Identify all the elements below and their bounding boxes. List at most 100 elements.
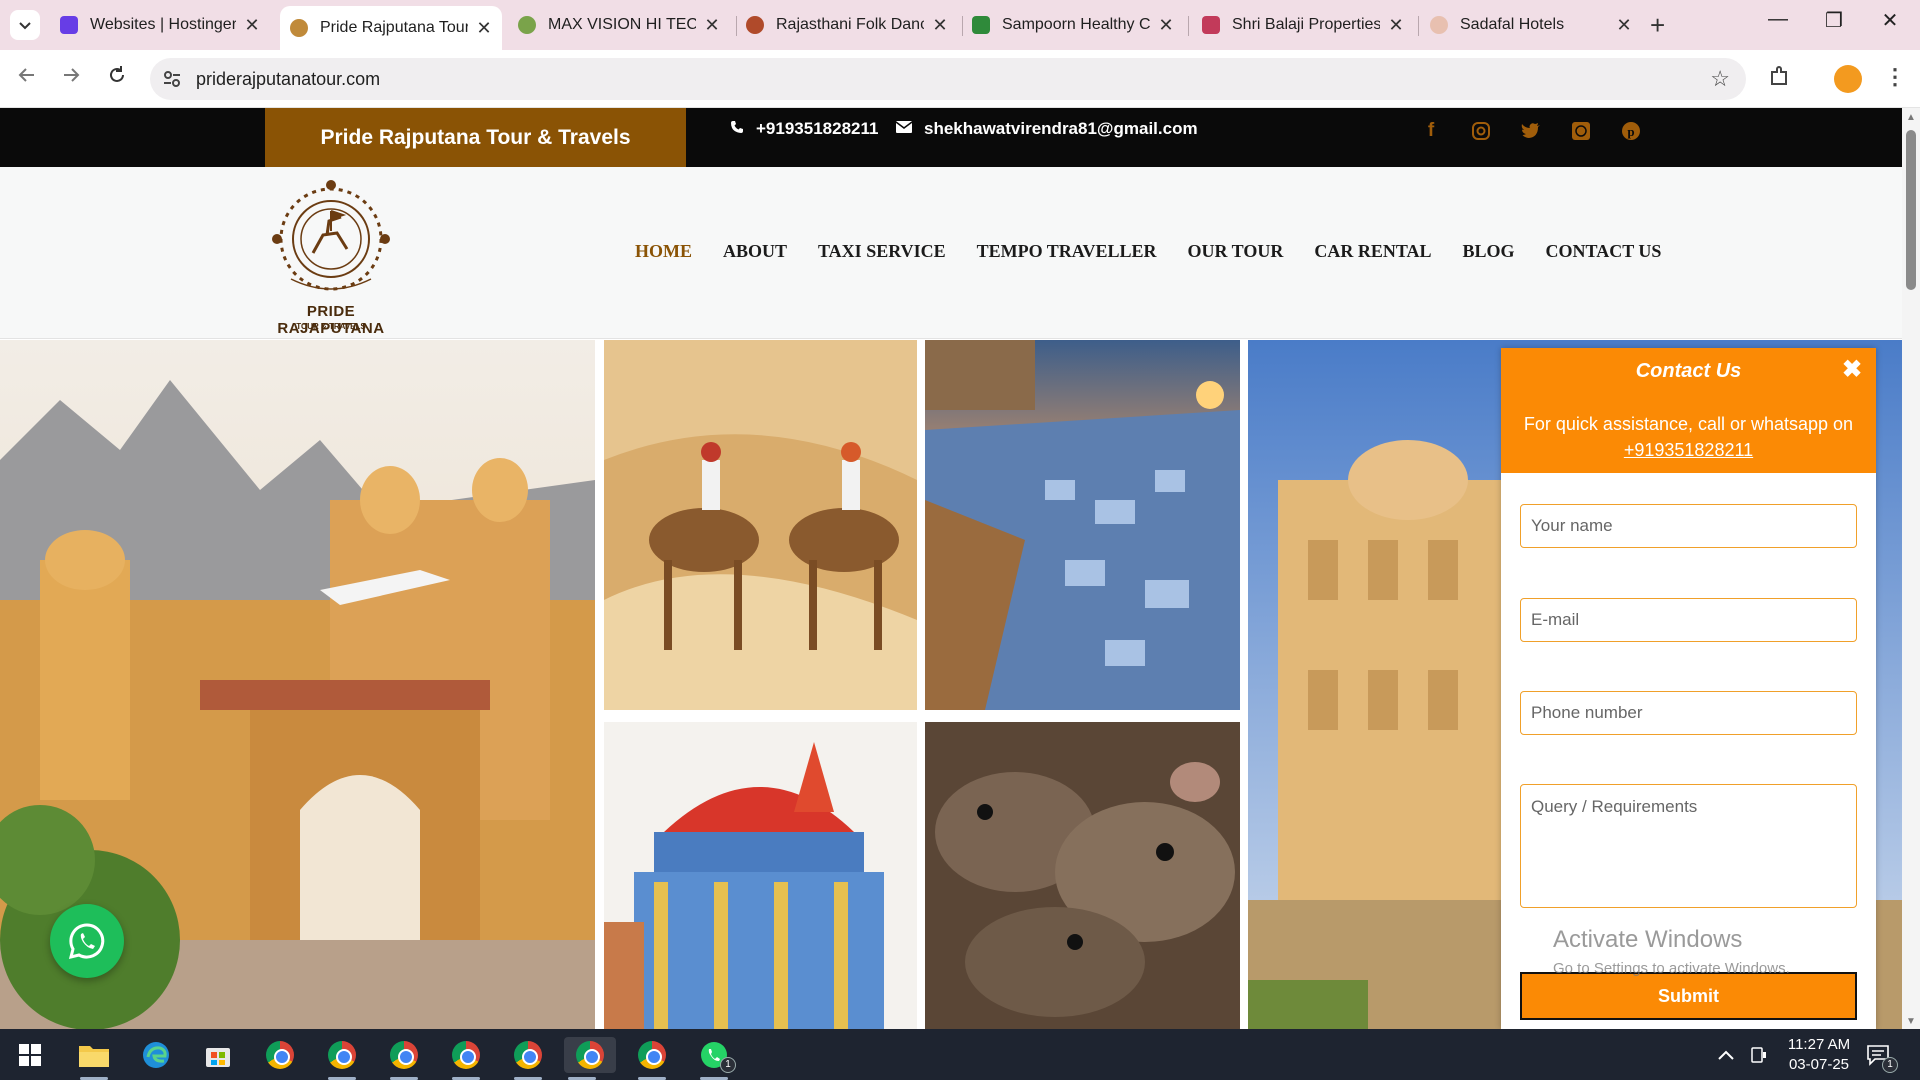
- close-tab-icon[interactable]: ✕: [244, 15, 260, 36]
- hero-image-temple: [604, 722, 917, 1029]
- bookmark-star-icon[interactable]: ☆: [1710, 66, 1730, 92]
- nav-taxi-service[interactable]: TAXI SERVICE: [818, 241, 946, 262]
- forward-button[interactable]: [56, 64, 86, 94]
- nav-about[interactable]: ABOUT: [723, 241, 787, 262]
- whatsapp-float-button[interactable]: [50, 904, 124, 978]
- scroll-up-icon[interactable]: ▲: [1906, 112, 1916, 123]
- email-address: shekhawatvirendra81@gmail.com: [924, 119, 1198, 138]
- name-input[interactable]: [1520, 504, 1857, 548]
- tab-hostinger[interactable]: Websites | Hostinger ✕: [50, 7, 270, 43]
- facebook-icon[interactable]: f: [1418, 118, 1444, 144]
- max-vision-favicon-icon: [518, 16, 536, 34]
- email-contact[interactable]: shekhawatvirendra81@gmail.com: [895, 119, 1198, 139]
- submit-button[interactable]: Submit: [1520, 972, 1857, 1020]
- hostinger-favicon-icon: [60, 16, 78, 34]
- url-input[interactable]: [196, 64, 1646, 94]
- chrome-active-window-icon[interactable]: [564, 1037, 616, 1080]
- close-tab-icon[interactable]: ✕: [1158, 15, 1174, 36]
- back-arrow-icon: [18, 68, 34, 82]
- new-tab-button[interactable]: +: [1650, 10, 1665, 40]
- sampoorn-favicon-icon: [972, 16, 990, 34]
- tray-overflow-icon[interactable]: [1718, 1029, 1734, 1080]
- close-tab-icon[interactable]: ✕: [476, 18, 492, 39]
- tab-rajasthani-folk-dance[interactable]: Rajasthani Folk Danc ✕: [736, 7, 958, 43]
- close-tab-icon[interactable]: ✕: [1616, 15, 1632, 36]
- windows-taskbar: 1 11:27 AM 03-07-25 1: [0, 1029, 1920, 1080]
- chrome-icon[interactable]: [262, 1037, 298, 1073]
- nav-our-tour[interactable]: OUR TOUR: [1187, 241, 1283, 262]
- whatsapp-icon[interactable]: [1568, 118, 1594, 144]
- tab-title: MAX VISION HI TECH: [548, 16, 696, 33]
- extensions-icon[interactable]: [1768, 64, 1792, 94]
- chrome-profile-7-icon[interactable]: [634, 1037, 670, 1080]
- browser-menu-icon[interactable]: ⋮: [1884, 64, 1906, 90]
- clock-date: 03-07-25: [1788, 1056, 1850, 1073]
- close-icon[interactable]: ✖: [1840, 358, 1864, 382]
- minimize-icon[interactable]: —: [1758, 8, 1798, 31]
- email-input[interactable]: [1520, 598, 1857, 642]
- chrome-profile-3-icon[interactable]: [386, 1037, 422, 1080]
- pinterest-icon[interactable]: p: [1618, 118, 1644, 144]
- edge-icon[interactable]: [138, 1037, 174, 1073]
- windows-start-icon[interactable]: [12, 1037, 48, 1073]
- hero-image-desert-camels: [604, 340, 917, 710]
- back-button[interactable]: [12, 64, 42, 94]
- chrome-profile-5-icon[interactable]: [510, 1037, 546, 1080]
- tab-sadafal-hotels[interactable]: Sadafal Hotels ✕: [1420, 7, 1642, 43]
- tab-search-button[interactable]: [10, 10, 40, 40]
- system-clock[interactable]: 11:27 AM 03-07-25: [1784, 1035, 1854, 1075]
- nav-blog[interactable]: BLOG: [1463, 241, 1515, 262]
- contact-widget-subtitle-text: For quick assistance, call or whatsapp o…: [1523, 414, 1854, 434]
- brand-banner[interactable]: Pride Rajputana Tour & Travels: [265, 108, 686, 167]
- close-tab-icon[interactable]: ✕: [1388, 15, 1404, 36]
- nav-car-rental[interactable]: CAR RENTAL: [1314, 241, 1431, 262]
- tab-title: Sadafal Hotels: [1460, 16, 1565, 33]
- device-icon[interactable]: [1750, 1029, 1768, 1080]
- microsoft-store-icon[interactable]: [200, 1037, 236, 1073]
- reload-button[interactable]: [102, 64, 132, 94]
- restore-icon[interactable]: ❐: [1814, 8, 1854, 33]
- collage-gap: [1240, 340, 1248, 1029]
- whatsapp-unread-badge: 1: [720, 1057, 736, 1073]
- close-tab-icon[interactable]: ✕: [704, 15, 720, 36]
- notifications-icon[interactable]: 1: [1866, 1029, 1898, 1080]
- whatsapp-taskbar-icon[interactable]: 1: [696, 1037, 736, 1080]
- sadafal-favicon-icon: [1430, 16, 1448, 34]
- query-textarea[interactable]: [1520, 784, 1857, 908]
- profile-avatar[interactable]: [1834, 65, 1862, 93]
- page-scrollbar[interactable]: ▲ ▼: [1902, 108, 1920, 1029]
- contact-widget: Contact Us ✖ For quick assistance, call …: [1501, 348, 1876, 1029]
- svg-text:p: p: [1627, 124, 1634, 139]
- file-explorer-icon[interactable]: [76, 1037, 112, 1080]
- pride-rajputana-favicon-icon: [290, 19, 308, 37]
- chrome-profile-4-icon[interactable]: [448, 1037, 484, 1080]
- address-bar[interactable]: ☆: [150, 58, 1746, 100]
- nav-contact-us[interactable]: CONTACT US: [1546, 241, 1662, 262]
- contact-widget-header: Contact Us ✖ For quick assistance, call …: [1501, 348, 1876, 473]
- contact-widget-phone-link[interactable]: +919351828211: [1624, 440, 1753, 460]
- nav-tempo-traveller[interactable]: TEMPO TRAVELLER: [977, 241, 1157, 262]
- tab-pride-rajputana[interactable]: Pride Rajputana Tour ✕: [280, 6, 502, 50]
- site-logo[interactable]: PRIDE RAJAPUTANA TOUR & TRAVELS: [255, 175, 407, 337]
- tab-shri-balaji[interactable]: Shri Balaji Properties ✕: [1192, 7, 1414, 43]
- clock-time: 11:27 AM: [1787, 1036, 1851, 1053]
- chrome-profile-2-icon[interactable]: [324, 1037, 360, 1080]
- top-info-bar: Pride Rajputana Tour & Travels +91935182…: [0, 108, 1902, 167]
- phone-input[interactable]: [1520, 691, 1857, 735]
- close-window-icon[interactable]: ✕: [1870, 8, 1910, 33]
- twitter-icon[interactable]: [1518, 118, 1544, 144]
- scrollbar-thumb[interactable]: [1906, 130, 1916, 290]
- folk-dance-favicon-icon: [746, 16, 764, 34]
- logo-title: PRIDE RAJAPUTANA: [277, 303, 385, 337]
- site-info-icon[interactable]: [162, 69, 182, 89]
- browser-tab-bar: Websites | Hostinger ✕ Pride Rajputana T…: [0, 0, 1920, 50]
- tab-title: Shri Balaji Properties: [1232, 16, 1380, 33]
- instagram-icon[interactable]: [1468, 118, 1494, 144]
- close-tab-icon[interactable]: ✕: [932, 15, 948, 36]
- envelope-icon: [895, 120, 913, 138]
- tab-max-vision[interactable]: MAX VISION HI TECH ✕: [508, 7, 730, 43]
- tab-sampoorn-healthy[interactable]: Sampoorn Healthy Cl ✕: [962, 7, 1184, 43]
- scroll-down-icon[interactable]: ▼: [1906, 1016, 1916, 1027]
- phone-contact[interactable]: +919351828211: [730, 119, 878, 139]
- nav-home[interactable]: HOME: [635, 241, 692, 262]
